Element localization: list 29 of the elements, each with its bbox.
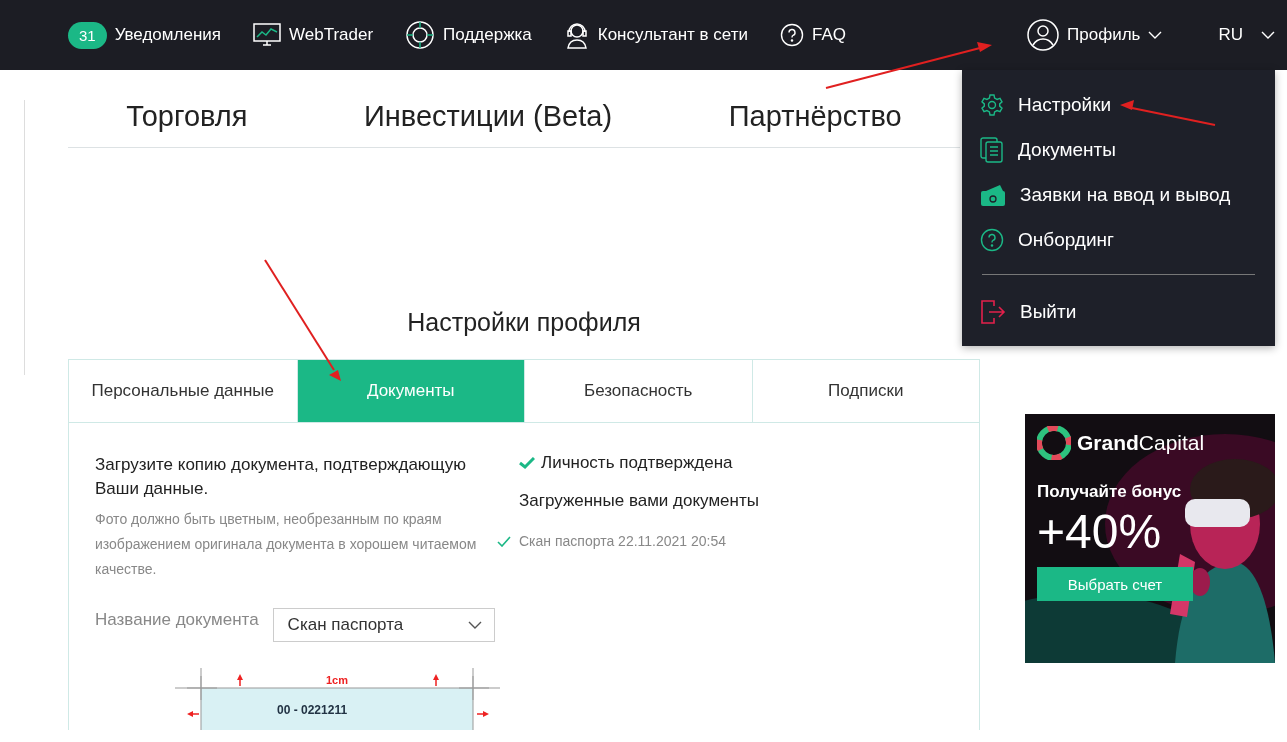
bonus-text: +40%: [1037, 504, 1163, 559]
section-tab[interactable]: Инвестиции (Beta): [364, 100, 613, 133]
section-tab[interactable]: Торговля: [126, 100, 248, 133]
verification-status: Личность подтверждена: [541, 453, 733, 473]
brand-name: GrandCapital: [1077, 431, 1205, 455]
menu-item[interactable]: Онбординг: [980, 217, 1257, 262]
document-type-select[interactable]: Скан паспорта: [272, 608, 495, 642]
page-title: Настройки профиля: [406, 308, 642, 337]
margin-label: 1cm: [326, 674, 348, 686]
menu-item[interactable]: Документы: [980, 127, 1257, 172]
instruction-text: Загрузите копию документа, подтверждающую Ваши данные.: [95, 454, 467, 500]
notifications-link[interactable]: Уведомления: [114, 25, 221, 45]
hint-text: Фото должно быть цветным, необрезанным по краям изображением оригинала документа в хорошем читаемом качестве.: [95, 510, 478, 579]
language-selector[interactable]: RU: [1218, 25, 1275, 45]
nav-link[interactable]: Консультант в сети: [597, 25, 748, 45]
notification-count-badge: 31: [68, 21, 107, 49]
uploaded-document: Скан паспорта 22.11.2021 20:54: [519, 533, 727, 549]
nav-link[interactable]: Поддержка: [443, 25, 532, 45]
nav-link[interactable]: WebTrader: [289, 25, 374, 45]
menu-item[interactable]: Выйти: [980, 289, 1257, 334]
menu-item[interactable]: Заявки на ввод и вывод: [980, 172, 1257, 217]
passport-number: 00 - 0221211: [277, 703, 348, 717]
section-heading: Загруженные вами документы: [519, 491, 760, 511]
nav-link[interactable]: FAQ: [811, 25, 846, 45]
field-label: Название документа: [95, 609, 260, 631]
menu-item[interactable]: Настройки: [980, 82, 1257, 127]
profile-menu-button[interactable]: Профиль: [1027, 19, 1163, 51]
section-tab[interactable]: Партнёрство: [728, 100, 902, 133]
banner-headline: Получайте бонус: [1037, 482, 1183, 502]
